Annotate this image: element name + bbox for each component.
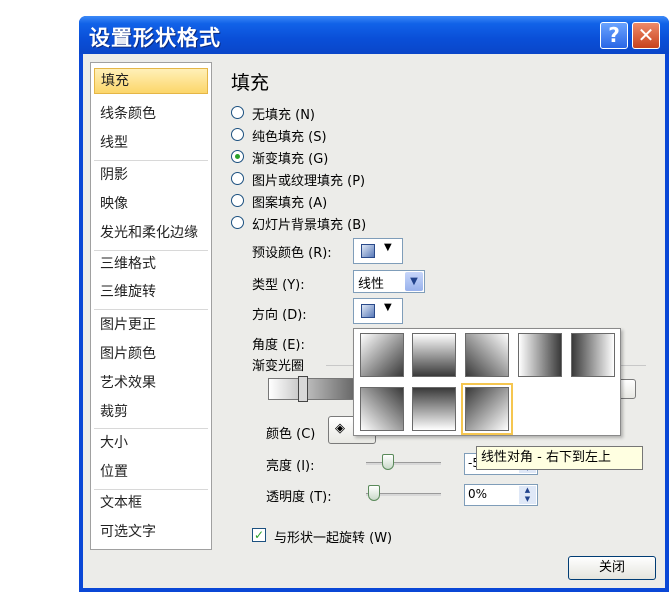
title-bar[interactable]: 设置形状格式 ? ✕	[79, 16, 669, 54]
sidebar-item-picture-corrections[interactable]: 图片更正	[94, 312, 208, 338]
rotate-with-shape-checkbox[interactable]: ✓	[252, 528, 266, 542]
sidebar-item-3d-format[interactable]: 三维格式	[94, 251, 208, 277]
chevron-down-icon: ▼	[384, 242, 392, 253]
direction-option-5[interactable]	[571, 333, 615, 377]
format-shape-dialog: 设置形状格式 ? ✕ 填充 线条颜色 线型 阴影 映像 发光和柔化边缘 三维格式…	[79, 16, 669, 592]
direction-option-6[interactable]	[360, 387, 404, 431]
direction-option-2[interactable]	[412, 333, 456, 377]
sidebar-item-size[interactable]: 大小	[94, 430, 208, 456]
gradient-swatch-icon	[361, 244, 375, 258]
radio-indicator[interactable]	[231, 194, 244, 207]
close-icon[interactable]: ✕	[632, 22, 660, 49]
sidebar-divider	[94, 428, 208, 429]
type-label: 类型 (Y):	[252, 278, 305, 293]
panel-heading: 填充	[231, 72, 270, 94]
sidebar-item-3d-rotation[interactable]: 三维旋转	[94, 279, 208, 305]
brightness-thumb[interactable]	[382, 454, 394, 470]
transparency-value: 0%	[468, 487, 488, 501]
direction-gallery	[353, 328, 621, 436]
transparency-label: 透明度 (T):	[266, 490, 332, 505]
radio-indicator[interactable]	[231, 172, 244, 185]
sidebar-item-text-box[interactable]: 文本框	[94, 490, 208, 516]
sidebar-divider	[94, 160, 208, 161]
sidebar-item-position[interactable]: 位置	[94, 459, 208, 485]
sidebar-divider	[94, 309, 208, 310]
sidebar-item-shadow[interactable]: 阴影	[94, 162, 208, 188]
brightness-track[interactable]	[366, 462, 441, 465]
category-sidebar: 填充 线条颜色 线型 阴影 映像 发光和柔化边缘 三维格式 三维旋转 图片更正 …	[90, 62, 212, 550]
paint-bucket-icon: ◈	[335, 421, 345, 436]
sidebar-item-picture-color[interactable]: 图片颜色	[94, 341, 208, 367]
chevron-down-icon: ▼	[384, 302, 392, 313]
radio-label: 图案填充 (A)	[252, 196, 328, 211]
fill-panel: 填充 无填充 (N) 纯色填充 (S) 渐变填充 (G) 图片或纹理填充 (P)…	[226, 54, 665, 588]
angle-label: 角度 (E):	[252, 338, 305, 353]
radio-label: 渐变填充 (G)	[252, 152, 329, 167]
radio-indicator[interactable]	[231, 106, 244, 119]
help-icon[interactable]: ?	[600, 22, 628, 49]
sidebar-item-line-color[interactable]: 线条颜色	[94, 101, 208, 127]
sidebar-item-artistic-effects[interactable]: 艺术效果	[94, 370, 208, 396]
radio-indicator-selected[interactable]	[231, 150, 244, 163]
chevron-down-icon[interactable]: ▼	[405, 272, 423, 291]
transparency-thumb[interactable]	[368, 485, 380, 501]
radio-indicator[interactable]	[231, 128, 244, 141]
window-title: 设置形状格式	[89, 26, 221, 50]
spin-arrows-icon[interactable]: ▲▼	[519, 486, 536, 504]
close-button[interactable]: 关闭	[568, 556, 656, 580]
gradient-stops-label: 渐变光圈	[252, 359, 305, 374]
transparency-spinner[interactable]: 0% ▲ ▼	[464, 484, 538, 506]
direction-dropdown[interactable]: ▼	[353, 298, 403, 324]
radio-label: 无填充 (N)	[252, 108, 316, 123]
sidebar-item-alt-text[interactable]: 可选文字	[94, 519, 208, 545]
gradient-swatch-icon	[361, 304, 375, 318]
direction-tooltip: 线性对角 - 右下到左上	[476, 446, 643, 470]
sidebar-item-line-style[interactable]: 线型	[94, 130, 208, 156]
sidebar-item-reflection[interactable]: 映像	[94, 191, 208, 217]
radio-label: 幻灯片背景填充 (B)	[252, 218, 367, 233]
direction-option-7[interactable]	[412, 387, 456, 431]
type-select[interactable]: 线性 ▼	[353, 270, 425, 293]
preset-colors-label: 预设颜色 (R):	[252, 246, 332, 261]
radio-label: 纯色填充 (S)	[252, 130, 327, 145]
direction-option-8-selected[interactable]	[461, 383, 513, 435]
type-value: 线性	[358, 277, 385, 292]
radio-label: 图片或纹理填充 (P)	[252, 174, 366, 189]
direction-option-3[interactable]	[465, 333, 509, 377]
dialog-client: 填充 线条颜色 线型 阴影 映像 发光和柔化边缘 三维格式 三维旋转 图片更正 …	[83, 54, 665, 588]
brightness-label: 亮度 (I):	[266, 459, 315, 474]
radio-indicator[interactable]	[231, 216, 244, 229]
direction-option-4[interactable]	[518, 333, 562, 377]
direction-option-1[interactable]	[360, 333, 404, 377]
rotate-with-shape-label: 与形状一起旋转 (W)	[274, 531, 393, 546]
direction-label: 方向 (D):	[252, 308, 307, 323]
color-label: 颜色 (C)	[266, 427, 316, 442]
sidebar-item-fill[interactable]: 填充	[94, 68, 208, 94]
preset-colors-dropdown[interactable]: ▼	[353, 238, 403, 264]
sidebar-item-glow[interactable]: 发光和柔化边缘	[94, 220, 208, 246]
sidebar-item-crop[interactable]: 裁剪	[94, 399, 208, 425]
gradient-stop-handle[interactable]	[298, 376, 308, 402]
